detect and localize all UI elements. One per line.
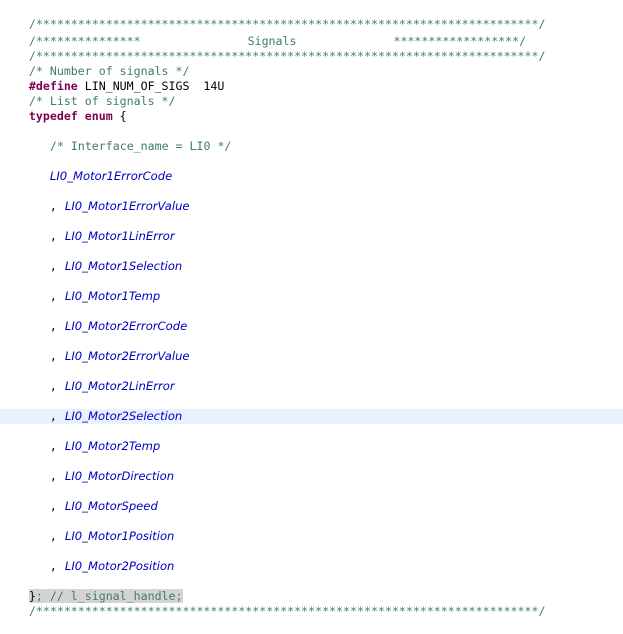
enum-constant: LI0_Motor2ErrorValue <box>64 349 190 363</box>
enum-item: , LI0_Motor1Temp <box>22 274 160 303</box>
enum-constant: LI0_Motor2Temp <box>64 439 161 453</box>
enum-constant: LI0_Motor2ErrorCode <box>64 319 188 333</box>
define-line: #define LIN_NUM_OF_SIGS 14U <box>1 64 224 93</box>
enum-separator: , <box>49 319 57 333</box>
enum-separator: , <box>49 559 57 573</box>
enum-constant: LI0_MotorSpeed <box>64 499 158 513</box>
closing-line: }; // l_signal_handle; <box>1 574 183 603</box>
typedef-keyword: typedef enum <box>28 109 113 123</box>
enum-separator: , <box>49 379 57 393</box>
enum-constant: LI0_Motor1Position <box>64 529 175 543</box>
typedef-line: typedef enum { <box>1 94 127 123</box>
enum-item: , LI0_Motor2ErrorCode <box>22 304 187 333</box>
enum-constant: LI0_Motor1Selection <box>64 259 183 273</box>
enum-item: , LI0_Motor1Selection <box>22 244 182 273</box>
enum-constant: LI0_Motor2Position <box>64 559 175 573</box>
enum-item: LI0_Motor1ErrorCode <box>22 154 172 183</box>
enum-separator: , <box>49 349 57 363</box>
enum-item: , LI0_MotorDirection <box>22 454 174 483</box>
enum-item: , LI0_Motor2Temp <box>22 424 160 453</box>
enum-item: , LI0_MotorSpeed <box>22 484 158 513</box>
enum-separator: , <box>49 229 57 243</box>
enum-separator: , <box>49 529 57 543</box>
enum-separator: , <box>49 199 57 213</box>
enum-item: , LI0_Motor1Position <box>22 514 174 543</box>
enum-separator: , <box>49 499 57 513</box>
code-editor[interactable]: /***************************************… <box>0 0 623 618</box>
comment-list-of-signals: /* List of signals */ <box>1 79 176 108</box>
enum-item: , LI0_Motor1LinError <box>22 214 175 243</box>
banner-end-text: /***************************************… <box>28 604 546 618</box>
comment-interface-text: /* Interface_name = LI0 */ <box>49 139 232 153</box>
enum-constant: LI0_Motor1LinError <box>64 229 175 243</box>
enum-constant: LI0_Motor1Temp <box>64 289 161 303</box>
enum-constant: LI0_Motor2LinError <box>64 379 175 393</box>
banner-end-line: /***************************************… <box>1 589 546 618</box>
enum-separator: , <box>49 409 57 423</box>
enum-constant: LI0_MotorDirection <box>64 469 175 483</box>
comment-interface-name: /* Interface_name = LI0 */ <box>22 124 231 153</box>
enum-separator: , <box>49 289 57 303</box>
enum-constant: LI0_Motor1ErrorCode <box>49 169 173 183</box>
enum-separator: , <box>49 259 57 273</box>
banner-bottom-line: /***************************************… <box>1 34 546 63</box>
enum-item: , LI0_Motor2ErrorValue <box>22 334 190 363</box>
enum-item: , LI0_Motor2LinError <box>22 364 175 393</box>
comment-number-of-signals: /* Number of signals */ <box>1 49 190 78</box>
enum-item: , LI0_Motor2Selection <box>22 394 182 423</box>
banner-title-line: /*************** Signals *****************… <box>1 19 526 48</box>
enum-separator: , <box>49 469 57 483</box>
enum-constant: LI0_Motor1ErrorValue <box>64 199 190 213</box>
enum-constant: LI0_Motor2Selection <box>64 409 183 423</box>
enum-separator: , <box>49 439 57 453</box>
enum-item: , LI0_Motor2Position <box>22 544 174 573</box>
banner-top-line: /***************************************… <box>1 2 546 31</box>
enum-item: , LI0_Motor1ErrorValue <box>22 184 190 213</box>
typedef-open-brace: { <box>112 109 127 123</box>
